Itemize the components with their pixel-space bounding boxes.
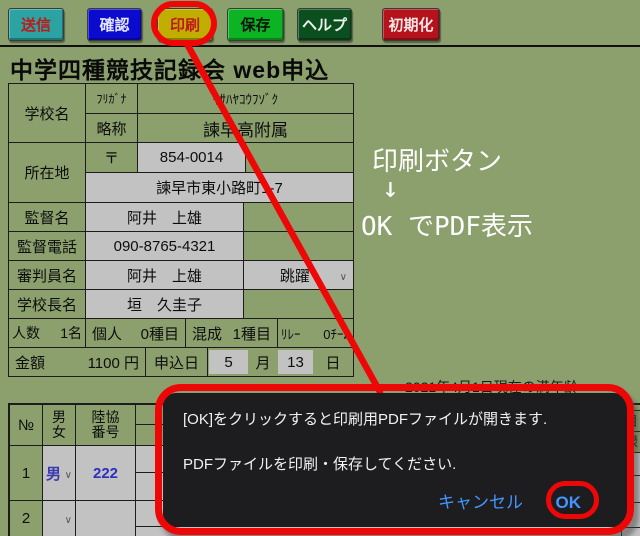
abbr-label: 略称 — [85, 113, 138, 143]
roster-assoc-header: 陸協 番号 — [75, 403, 136, 446]
director-label: 監督名 — [8, 202, 86, 232]
combined-cell: 混成 1種目 — [185, 318, 278, 348]
annotation-pdf-label: OK でPDF表示 — [361, 206, 533, 243]
confirm-button[interactable]: 確認 — [87, 8, 142, 41]
judge-role-value: 跳躍 — [250, 265, 340, 286]
relay-label: ﾘﾚｰ — [281, 324, 301, 343]
director-phone-field[interactable]: 090-8765-4321 — [85, 231, 244, 261]
director-tail-cell — [243, 202, 354, 232]
fee-label: 金額 — [15, 352, 45, 373]
director-field[interactable]: 阿井 上雄 — [85, 202, 244, 232]
principal-tail-cell — [243, 289, 354, 319]
roster-row2-assoc-field[interactable] — [75, 500, 136, 536]
sex-header-line2: 女 — [52, 425, 66, 440]
abbr-field[interactable]: 諫早高附属 — [137, 113, 354, 143]
principal-field[interactable]: 垣 久圭子 — [85, 289, 244, 319]
annotation-circle-print-button — [151, 1, 217, 46]
roster-row1-no: 1 — [8, 445, 43, 501]
individual-value: 0種目 — [141, 323, 179, 344]
month-field[interactable]: 5 — [209, 350, 248, 374]
roster-sex-header: 男 女 — [42, 403, 76, 446]
reset-button[interactable]: 初期化 — [382, 8, 440, 41]
send-button[interactable]: 送信 — [8, 8, 64, 41]
day-field[interactable]: 13 — [278, 350, 313, 374]
roster-row2-sex-select[interactable] — [42, 500, 76, 536]
sex-header-line1: 男 — [52, 410, 66, 425]
postal-tail-cell — [245, 142, 354, 173]
annotation-circle-ok-button — [546, 481, 599, 519]
judge-name-field[interactable]: 阿井 上雄 — [85, 260, 244, 290]
chevron-down-icon — [65, 510, 72, 527]
page-title: 中学四種競技記録会 web申込 — [10, 51, 329, 85]
address-field[interactable]: 諫早市東小路町1-7 — [85, 172, 354, 203]
individual-label: 個人 — [92, 323, 122, 344]
combined-value: 1種目 — [233, 323, 271, 344]
relay-value: 0ﾁｰﾑ — [323, 324, 350, 343]
roster-no-header: № — [8, 403, 43, 446]
phone-tail-cell — [243, 231, 354, 261]
postal-code-field[interactable]: 854-0014 — [137, 142, 246, 173]
chevron-down-icon — [65, 465, 72, 482]
day-unit: 日 — [313, 352, 353, 373]
roster-row1-assoc-field[interactable]: 222 — [75, 445, 136, 501]
fee-value: 1100 円 — [88, 352, 139, 373]
judge-label: 審判員名 — [8, 260, 86, 290]
application-window: 送信 確認 印刷 保存 ヘルプ 初期化 中学四種競技記録会 web申込 学校名 … — [0, 0, 640, 536]
postal-mark-label: 〒 — [85, 142, 138, 173]
furigana-label: ﾌﾘｶﾞﾅ — [85, 83, 138, 114]
roster-row2-no: 2 — [8, 500, 43, 536]
annotation-down-arrow-icon: ↓ — [382, 171, 399, 204]
relay-cell: ﾘﾚｰ 0ﾁｰﾑ — [277, 318, 354, 348]
furigana-field[interactable]: ｲｻﾊﾔｺｳﾌｿﾞｸ — [137, 83, 354, 114]
toolbar-divider — [0, 45, 640, 47]
principal-label: 学校長名 — [8, 289, 86, 319]
apply-date-cell: 5 月 13 日 — [207, 347, 354, 377]
month-unit: 月 — [248, 352, 278, 373]
apply-date-label: 申込日 — [145, 347, 208, 377]
row1-sex-value: 男 — [46, 463, 61, 484]
assoc-header-line2: 番号 — [92, 425, 120, 440]
director-phone-label: 監督電話 — [8, 231, 86, 261]
count-cell: 人数 1名 — [8, 318, 86, 348]
count-label: 人数 — [12, 323, 40, 343]
school-name-label: 学校名 — [8, 83, 86, 143]
help-button[interactable]: ヘルプ — [297, 8, 352, 41]
chevron-down-icon — [340, 267, 347, 284]
fee-cell: 金額 1100 円 — [8, 347, 146, 377]
roster-row1-sex-select[interactable]: 男 — [42, 445, 76, 501]
individual-cell: 個人 0種目 — [85, 318, 186, 348]
count-value: 1名 — [60, 323, 82, 343]
save-button[interactable]: 保存 — [227, 8, 284, 41]
combined-label: 混成 — [192, 323, 222, 344]
address-label: 所在地 — [8, 142, 86, 203]
judge-role-select[interactable]: 跳躍 — [243, 260, 354, 290]
assoc-header-line1: 陸協 — [92, 410, 120, 425]
